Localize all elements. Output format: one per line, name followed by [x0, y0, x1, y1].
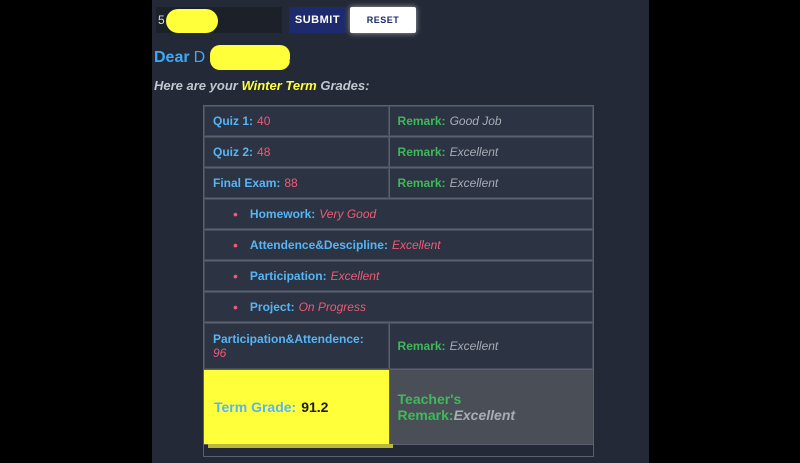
final-exam-cell: Final Exam: 88	[204, 168, 389, 198]
participation-label: Participation:	[249, 269, 327, 283]
homework-item: • Homework: Very Good	[204, 199, 593, 229]
student-id-prefix: 5	[158, 13, 165, 27]
participation-attendance-label: Participation&Attendence:	[213, 332, 364, 346]
homework-label: Homework:	[249, 207, 316, 221]
teacher-remark-label-line1: Teacher's	[397, 390, 462, 407]
remark-label: Remark:	[397, 145, 446, 159]
remark-label: Remark:	[397, 176, 446, 190]
quiz2-score: 48	[257, 145, 271, 159]
quiz1-remark: Good Job	[449, 114, 502, 128]
term-grade-row: Term Grade: 91.2 Teacher's Remark:Excell…	[204, 370, 593, 444]
term-grade-value: 91.2	[301, 399, 329, 415]
table-row: • Participation: Excellent	[204, 261, 593, 292]
grades-table: Quiz 1: 40 Remark: Good Job Quiz 2: 48 R…	[203, 105, 594, 457]
teacher-remark-cell: Teacher's Remark:Excellent	[388, 370, 593, 444]
term-grade-cell: Term Grade: 91.2	[204, 370, 389, 444]
teacher-remark-line2: Remark:Excellent	[398, 407, 593, 423]
greeting-comma: ,	[288, 52, 292, 64]
quiz2-remark-cell: Remark: Excellent	[388, 137, 593, 167]
project-value: On Progress	[298, 300, 366, 314]
quiz2-remark: Excellent	[449, 145, 499, 159]
bullet-icon: •	[233, 299, 238, 315]
final-exam-remark: Excellent	[449, 176, 499, 190]
attendance-value: Excellent	[391, 238, 441, 252]
reset-button[interactable]: RESET	[350, 7, 416, 33]
intro-before: Here are your	[154, 78, 238, 93]
table-row: • Project: On Progress	[204, 292, 593, 323]
table-row: Quiz 1: 40 Remark: Good Job	[204, 106, 593, 137]
homework-value: Very Good	[319, 207, 377, 221]
redaction-mark	[166, 9, 218, 33]
final-exam-remark-cell: Remark: Excellent	[388, 168, 593, 198]
remark-label: Remark:	[397, 114, 446, 128]
greeting-dear: Dear	[154, 49, 190, 66]
table-row: • Homework: Very Good	[204, 199, 593, 230]
final-exam-score: 88	[284, 176, 298, 190]
bullet-icon: •	[233, 237, 238, 253]
quiz1-remark-cell: Remark: Good Job	[388, 106, 593, 136]
quiz1-cell: Quiz 1: 40	[204, 106, 389, 136]
greeting: Dear D ,	[154, 45, 291, 70]
table-footer	[204, 444, 593, 456]
participation-attendance-score: 96	[213, 346, 227, 360]
student-id-form: 5 SUBMIT RESET	[156, 7, 416, 33]
quiz1-label: Quiz 1:	[213, 114, 254, 128]
attendance-item: • Attendence&Descipline: Excellent	[204, 230, 593, 260]
teacher-remark-label-line2: Remark:	[397, 406, 454, 423]
teacher-remark-value: Excellent	[453, 406, 516, 423]
term-name: Winter Term	[241, 78, 317, 93]
attendance-label: Attendence&Descipline:	[249, 238, 388, 252]
student-name: D	[193, 49, 206, 66]
bullet-icon: •	[233, 206, 238, 222]
submit-button[interactable]: SUBMIT	[289, 7, 346, 33]
table-row: Final Exam: 88 Remark: Excellent	[204, 168, 593, 199]
name-redaction-mark	[210, 45, 290, 70]
grades-panel: 5 SUBMIT RESET Dear D , Here are your Wi…	[152, 0, 649, 463]
quiz1-score: 40	[257, 114, 271, 128]
participation-attendance-remark-cell: Remark: Excellent	[388, 323, 593, 369]
participation-item: • Participation: Excellent	[204, 261, 593, 291]
grades-intro: Here are your Winter Term Grades:	[154, 78, 369, 93]
student-id-input[interactable]: 5	[156, 7, 282, 33]
participation-value: Excellent	[330, 269, 380, 283]
table-row: Participation&Attendence: 96 Remark: Exc…	[204, 323, 593, 370]
project-item: • Project: On Progress	[204, 292, 593, 322]
project-label: Project:	[249, 300, 295, 314]
remark-label: Remark:	[397, 339, 446, 353]
intro-after: Grades:	[320, 78, 370, 93]
quiz2-cell: Quiz 2: 48	[204, 137, 389, 167]
bullet-icon: •	[233, 268, 238, 284]
quiz2-label: Quiz 2:	[213, 145, 254, 159]
table-row: • Attendence&Descipline: Excellent	[204, 230, 593, 261]
participation-attendance-remark: Excellent	[449, 339, 499, 353]
participation-attendance-cell: Participation&Attendence: 96	[204, 323, 389, 369]
final-exam-label: Final Exam:	[213, 176, 281, 190]
term-grade-label: Term Grade:	[214, 399, 297, 415]
table-row: Quiz 2: 48 Remark: Excellent	[204, 137, 593, 168]
